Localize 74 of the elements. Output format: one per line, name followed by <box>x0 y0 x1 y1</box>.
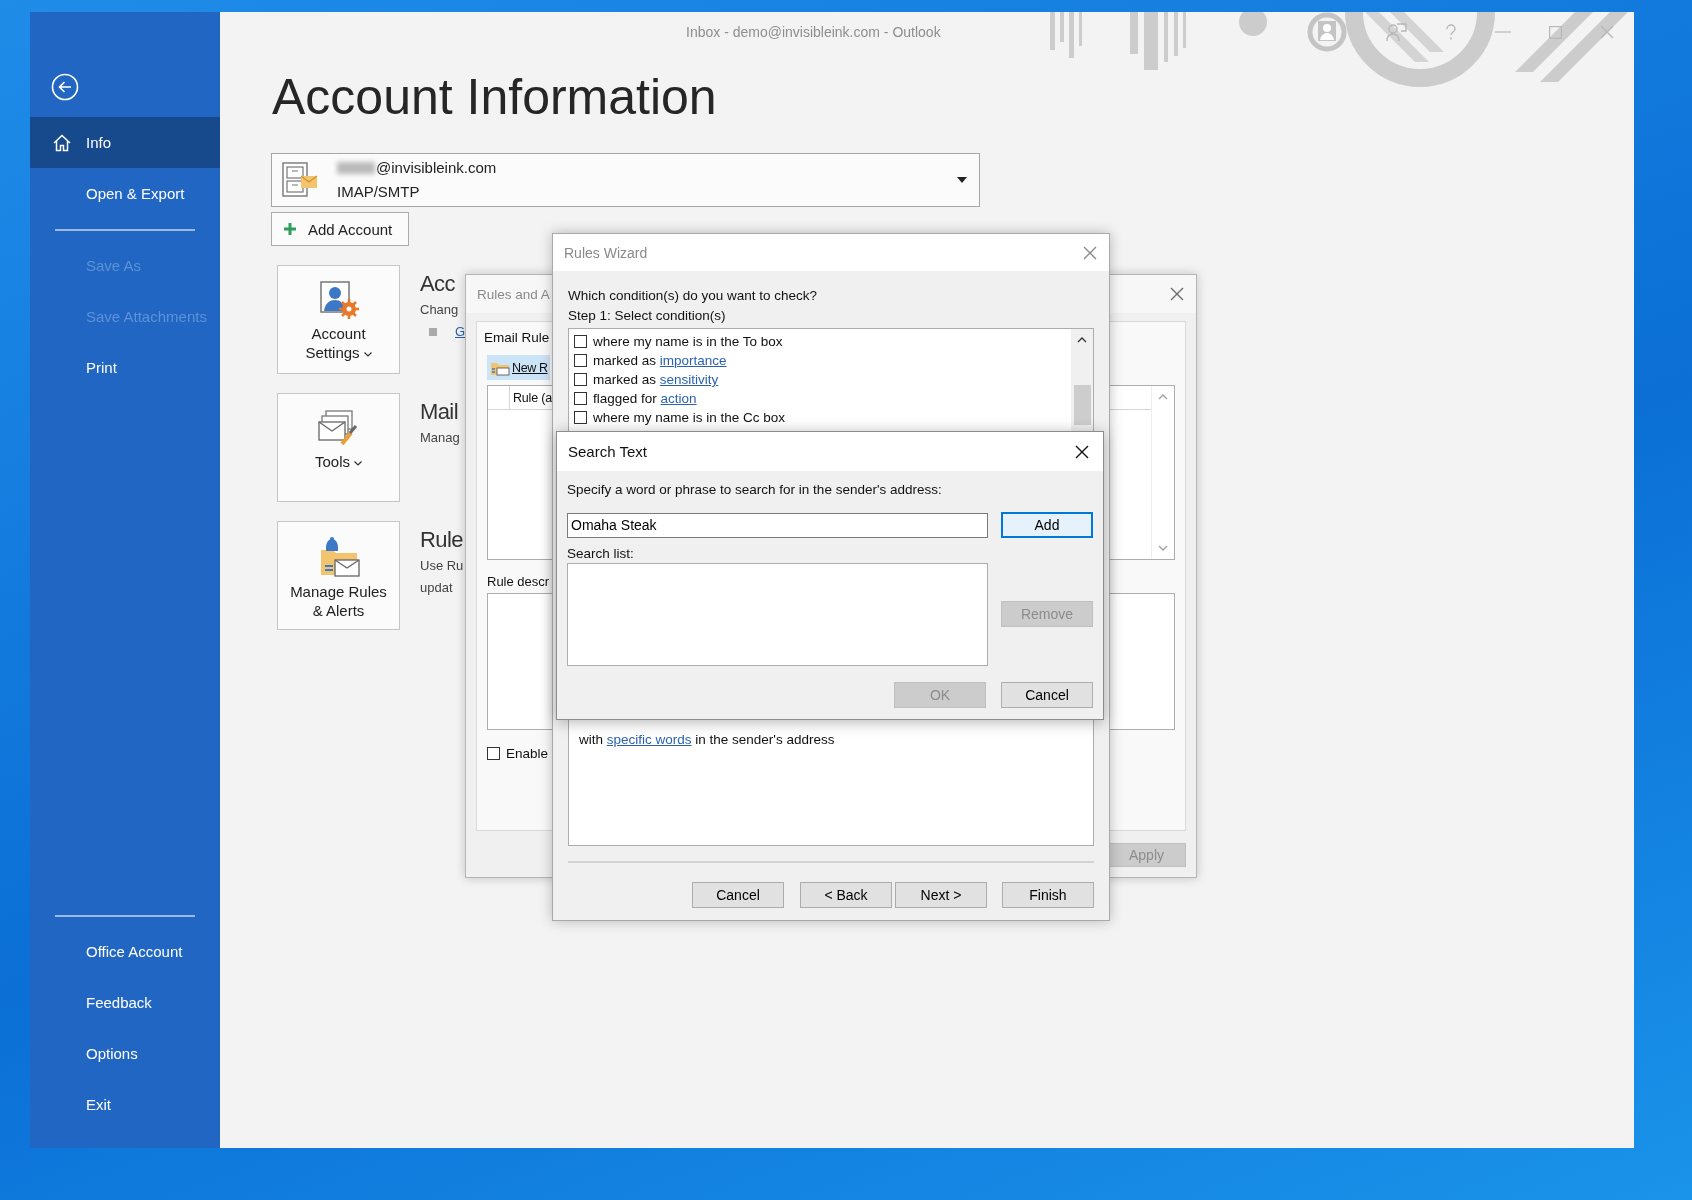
condition-text: where my name is in the To box <box>593 334 783 349</box>
tab[interactable]: Email Rule <box>484 328 550 348</box>
dialog-button[interactable]: Next > <box>895 882 987 908</box>
sidebar-item[interactable]: Feedback <box>30 977 220 1028</box>
scrollbar-thumb[interactable] <box>1073 385 1091 425</box>
scroll-up-icon[interactable] <box>1077 337 1087 343</box>
dialog-title: Search Text <box>568 443 647 460</box>
checkbox[interactable] <box>574 354 587 367</box>
checkbox[interactable] <box>574 411 587 424</box>
section-text: Use Ru <box>420 557 464 575</box>
section-text: updat <box>420 579 454 597</box>
tile-button[interactable]: Tools <box>277 393 400 502</box>
section-text: Chang <box>420 301 460 319</box>
tile-button[interactable]: Account Settings <box>277 265 400 374</box>
section-text: Manag <box>420 429 460 447</box>
condition-text: where my name is in the Cc box <box>593 410 786 425</box>
rule-description-text: with specific words in the sender's address <box>579 732 835 747</box>
cancel-button[interactable]: Cancel <box>1001 682 1093 708</box>
dropdown-caret-icon[interactable] <box>957 177 967 183</box>
sidebar-item[interactable]: Options <box>30 1028 220 1079</box>
column-header[interactable]: Rule (a <box>510 390 552 405</box>
sidebar-item[interactable]: Open & Export <box>30 168 220 219</box>
dialog-button[interactable]: < Back <box>800 882 892 908</box>
dialog-button[interactable]: Finish <box>1002 882 1094 908</box>
page-heading: Account Information <box>272 68 718 127</box>
field-label: Rule descr <box>487 574 551 589</box>
account-dropdown[interactable]: @invisibleink.com IMAP/SMTP <box>271 153 980 207</box>
plus-icon <box>284 223 296 235</box>
sidebar-item[interactable]: Print <box>30 342 220 393</box>
condition-link[interactable]: sensitivity <box>659 372 719 387</box>
dialog-title: Rules Wizard <box>564 244 648 261</box>
checkbox[interactable] <box>574 392 587 405</box>
close-icon[interactable] <box>1075 444 1089 459</box>
checkbox[interactable] <box>487 747 500 760</box>
sidebar-item[interactable]: Exit <box>30 1079 220 1130</box>
search-text-field[interactable]: Omaha Steak <box>567 512 988 538</box>
section-heading: Acc <box>420 270 456 298</box>
person-gear-icon <box>317 280 360 320</box>
account-type: IMAP/SMTP <box>337 182 421 202</box>
redaction-blur <box>337 162 375 174</box>
window-title: Inbox - demo@invisibleink.com - Outlook <box>686 24 941 40</box>
condition-link[interactable]: action <box>660 391 697 406</box>
tile-button[interactable]: Manage Rules & Alerts <box>277 521 400 630</box>
envelope-stack-icon <box>317 408 360 448</box>
condition-text: flagged for action <box>593 391 697 406</box>
add-button[interactable]: Add <box>1001 512 1093 538</box>
bullet-mark <box>429 328 437 336</box>
file-cabinet-icon <box>281 161 319 199</box>
section-link[interactable]: G <box>455 321 466 343</box>
new-rule-button[interactable]: New R <box>487 355 550 380</box>
sidebar-item[interactable]: Info <box>30 117 220 168</box>
add-account-button[interactable]: Add Account <box>271 212 409 246</box>
home-icon <box>52 132 72 153</box>
field-label: Search list: <box>567 545 635 563</box>
sidebar-item[interactable]: Office Account <box>30 926 220 977</box>
prompt-text: Specify a word or phrase to search for in the sender's address: <box>567 481 943 499</box>
chevron-down-icon <box>354 460 362 466</box>
step-label: Step 1: Select condition(s) <box>568 307 727 325</box>
account-email: @invisibleink.com <box>376 158 497 178</box>
condition-link[interactable]: importance <box>659 353 727 368</box>
dialog-button[interactable]: Cancel <box>692 882 784 908</box>
scroll-down-icon[interactable] <box>1158 545 1168 551</box>
question-text: Which condition(s) do you want to check? <box>568 287 819 305</box>
condition-text: marked as importance <box>593 353 727 368</box>
checkbox[interactable] <box>574 373 587 386</box>
condition-text: marked as sensitivity <box>593 372 719 387</box>
checkbox-label: Enable <box>506 746 549 761</box>
description-link[interactable]: specific words <box>606 732 692 747</box>
dialog-title: Rules and A <box>477 286 550 302</box>
checkbox[interactable] <box>574 335 587 348</box>
back-icon[interactable] <box>51 73 79 101</box>
chevron-down-icon <box>363 351 372 357</box>
section-heading: Mail <box>420 398 459 426</box>
section-heading: Rule <box>420 526 464 554</box>
